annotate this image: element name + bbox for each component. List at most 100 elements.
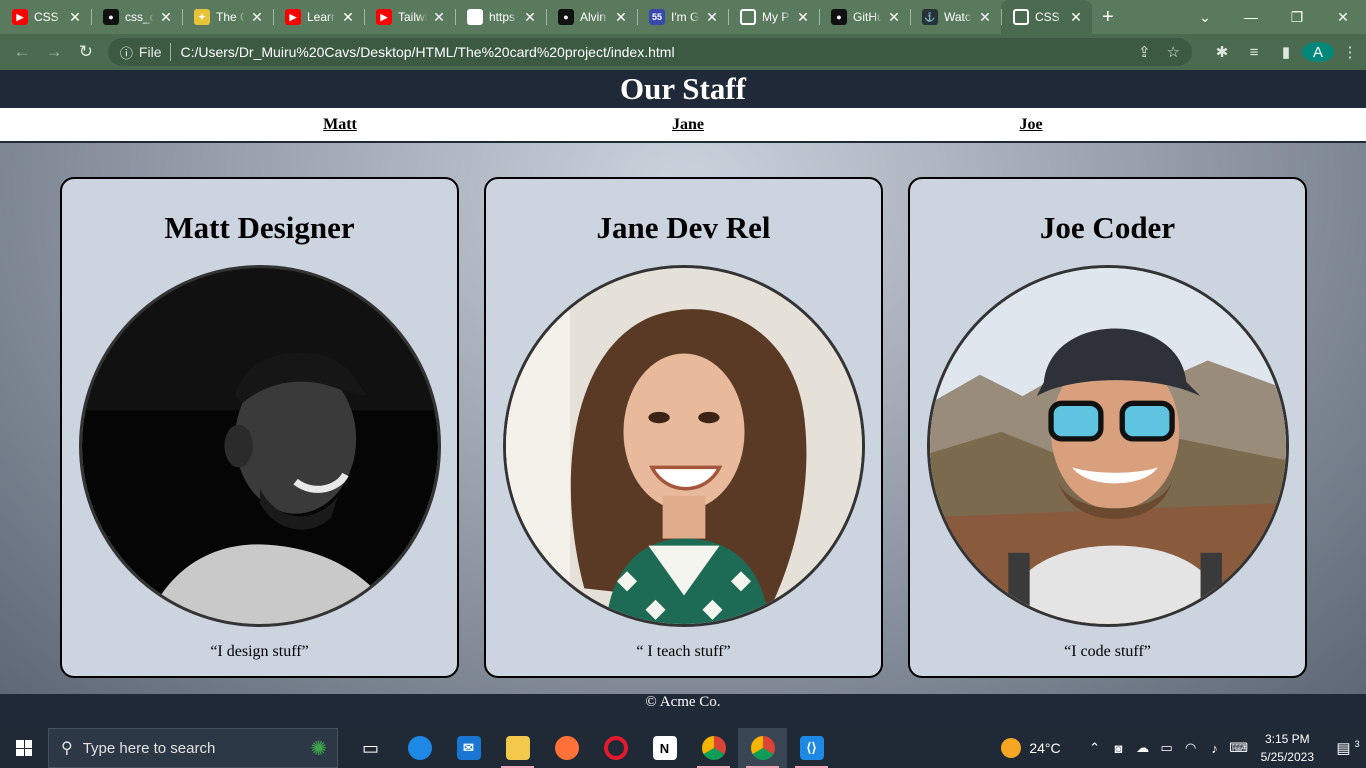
- staff-cards: Matt Designer “I design stuff” Jane Dev …: [60, 177, 1307, 678]
- chevron-up-icon[interactable]: ⌃: [1083, 740, 1107, 756]
- profile-photo: [927, 265, 1289, 627]
- chatgpt-icon: ❋: [467, 9, 483, 25]
- restore-icon[interactable]: ❐: [1274, 9, 1320, 26]
- browser-tab[interactable]: ● css_c ✕: [91, 0, 182, 34]
- weather-widget[interactable]: 24°C: [1001, 738, 1061, 758]
- close-icon[interactable]: ✕: [1068, 9, 1084, 26]
- opera-icon: [603, 736, 628, 760]
- close-icon[interactable]: ✕: [67, 9, 83, 26]
- browser-tab[interactable]: 55 I'm G ✕: [637, 0, 728, 34]
- page-footer: © Acme Co.: [0, 694, 1366, 710]
- browser-tab[interactable]: ▶ CSS T ✕: [0, 0, 91, 34]
- browser-tab-active[interactable]: CSS t ✕: [1001, 0, 1092, 34]
- close-icon[interactable]: ✕: [977, 9, 993, 26]
- start-button[interactable]: [0, 728, 48, 768]
- chrome-button-active[interactable]: [738, 728, 787, 768]
- window-close-icon[interactable]: ✕: [1320, 9, 1366, 26]
- browser-tab[interactable]: My P ✕: [728, 0, 819, 34]
- task-view-icon: ▭: [361, 737, 379, 758]
- weather-icon: [1001, 738, 1022, 758]
- search-placeholder: Type here to search: [82, 739, 216, 757]
- folder-icon: [505, 736, 530, 760]
- battery-icon[interactable]: ▭: [1155, 740, 1179, 756]
- taskbar-search[interactable]: ⚲ Type here to search ✺: [48, 728, 338, 768]
- url-text[interactable]: C:/Users/Dr_Muiru%20Cavs/Desktop/HTML/Th…: [180, 44, 1121, 60]
- notion-icon: N: [652, 736, 677, 760]
- copyright-text: © Acme Co.: [645, 694, 721, 710]
- taskbar: ⚲ Type here to search ✺ ▭ ✉ N ⟨⟩ 24°C ⌃ …: [0, 728, 1366, 768]
- window-controls: ⌄ — ❐ ✕: [1182, 0, 1366, 34]
- close-icon[interactable]: ✕: [340, 9, 356, 26]
- youtube-icon: ▶: [285, 9, 301, 25]
- bookmark-star-icon[interactable]: ☆: [1167, 43, 1180, 61]
- camera-icon[interactable]: ◙: [1107, 741, 1131, 756]
- browser-tab[interactable]: ▶ Tailwi ✕: [364, 0, 455, 34]
- forward-icon[interactable]: →: [38, 42, 70, 62]
- search-highlight-icon: ✺: [310, 737, 327, 760]
- browser-tab[interactable]: ⚓ Watc ✕: [910, 0, 1001, 34]
- github-icon: ●: [558, 9, 574, 25]
- volume-icon[interactable]: ♪: [1203, 741, 1227, 756]
- close-icon[interactable]: ✕: [613, 9, 629, 26]
- tab-search-icon[interactable]: ⌄: [1182, 9, 1228, 26]
- windows-icon: [16, 740, 32, 756]
- info-icon[interactable]: ⓘ: [120, 43, 133, 62]
- nav-link-matt[interactable]: Matt: [323, 116, 357, 134]
- media-queue-icon[interactable]: ≡: [1238, 44, 1270, 61]
- staff-card-joe: Joe Coder “I code stuff”: [908, 177, 1307, 678]
- close-icon[interactable]: ✕: [158, 9, 174, 26]
- tab-title: Tailwi: [398, 10, 427, 24]
- opera-button[interactable]: [591, 728, 640, 768]
- close-icon[interactable]: ✕: [431, 9, 447, 26]
- profile-button[interactable]: A: [1301, 42, 1334, 62]
- reload-icon[interactable]: ↻: [70, 42, 102, 62]
- card-quote: “ I teach stuff”: [636, 643, 731, 660]
- tab-title: The C: [216, 10, 245, 24]
- browser-tab[interactable]: ❋ https ✕: [455, 0, 546, 34]
- browser-tab[interactable]: ● GitHu ✕: [819, 0, 910, 34]
- tab-title: GitHu: [853, 10, 882, 24]
- browser-tab[interactable]: ▶ Learn ✕: [273, 0, 364, 34]
- keyboard-icon[interactable]: ⌨: [1227, 740, 1251, 756]
- mail-icon: ✉: [456, 736, 481, 760]
- tab-title: css_c: [125, 10, 154, 24]
- notifications-button[interactable]: ▤ 3: [1330, 739, 1366, 757]
- close-icon[interactable]: ✕: [522, 9, 538, 26]
- tab-title: Learn: [307, 10, 336, 24]
- toolbar-actions: ✱ ≡ ▮ A ⋮: [1206, 42, 1366, 62]
- notion-button[interactable]: N: [640, 728, 689, 768]
- file-explorer-button[interactable]: [493, 728, 542, 768]
- clock[interactable]: 3:15 PM 5/25/2023: [1261, 730, 1314, 766]
- task-view-button[interactable]: ▭: [346, 728, 395, 768]
- side-panel-icon[interactable]: ▮: [1270, 43, 1302, 61]
- tab-title: CSS t: [1035, 10, 1064, 24]
- vscode-button[interactable]: ⟨⟩: [787, 728, 836, 768]
- profile-photo: [79, 265, 441, 627]
- close-icon[interactable]: ✕: [886, 9, 902, 26]
- browser-tab[interactable]: ✦ The C ✕: [182, 0, 273, 34]
- minimize-icon[interactable]: —: [1228, 9, 1274, 25]
- nav-link-joe[interactable]: Joe: [1019, 116, 1042, 134]
- staff-card-matt: Matt Designer “I design stuff”: [60, 177, 459, 678]
- address-bar[interactable]: ⓘ File C:/Users/Dr_Muiru%20Cavs/Desktop/…: [107, 38, 1192, 66]
- close-icon[interactable]: ✕: [704, 9, 720, 26]
- firefox-button[interactable]: [542, 728, 591, 768]
- page-content: Our Staff Matt Jane Joe Matt Designer “I…: [0, 70, 1366, 710]
- mail-button[interactable]: ✉: [444, 728, 493, 768]
- clock-time: 3:15 PM: [1264, 732, 1310, 746]
- extensions-icon[interactable]: ✱: [1206, 43, 1238, 61]
- chrome-button[interactable]: [689, 728, 738, 768]
- onedrive-icon[interactable]: ☁: [1131, 740, 1155, 756]
- wifi-icon[interactable]: ◠: [1179, 740, 1203, 756]
- card-quote: “I design stuff”: [210, 643, 309, 660]
- browser-tab[interactable]: ● Alvin ✕: [546, 0, 637, 34]
- new-tab-icon[interactable]: +: [1102, 6, 1114, 29]
- back-icon[interactable]: ←: [6, 42, 38, 62]
- share-icon[interactable]: ⇪: [1138, 43, 1151, 61]
- edge-button[interactable]: [395, 728, 444, 768]
- chrome-icon: [701, 736, 726, 760]
- close-icon[interactable]: ✕: [249, 9, 265, 26]
- close-icon[interactable]: ✕: [795, 9, 811, 26]
- nav-link-jane[interactable]: Jane: [672, 116, 704, 134]
- menu-icon[interactable]: ⋮: [1334, 43, 1366, 61]
